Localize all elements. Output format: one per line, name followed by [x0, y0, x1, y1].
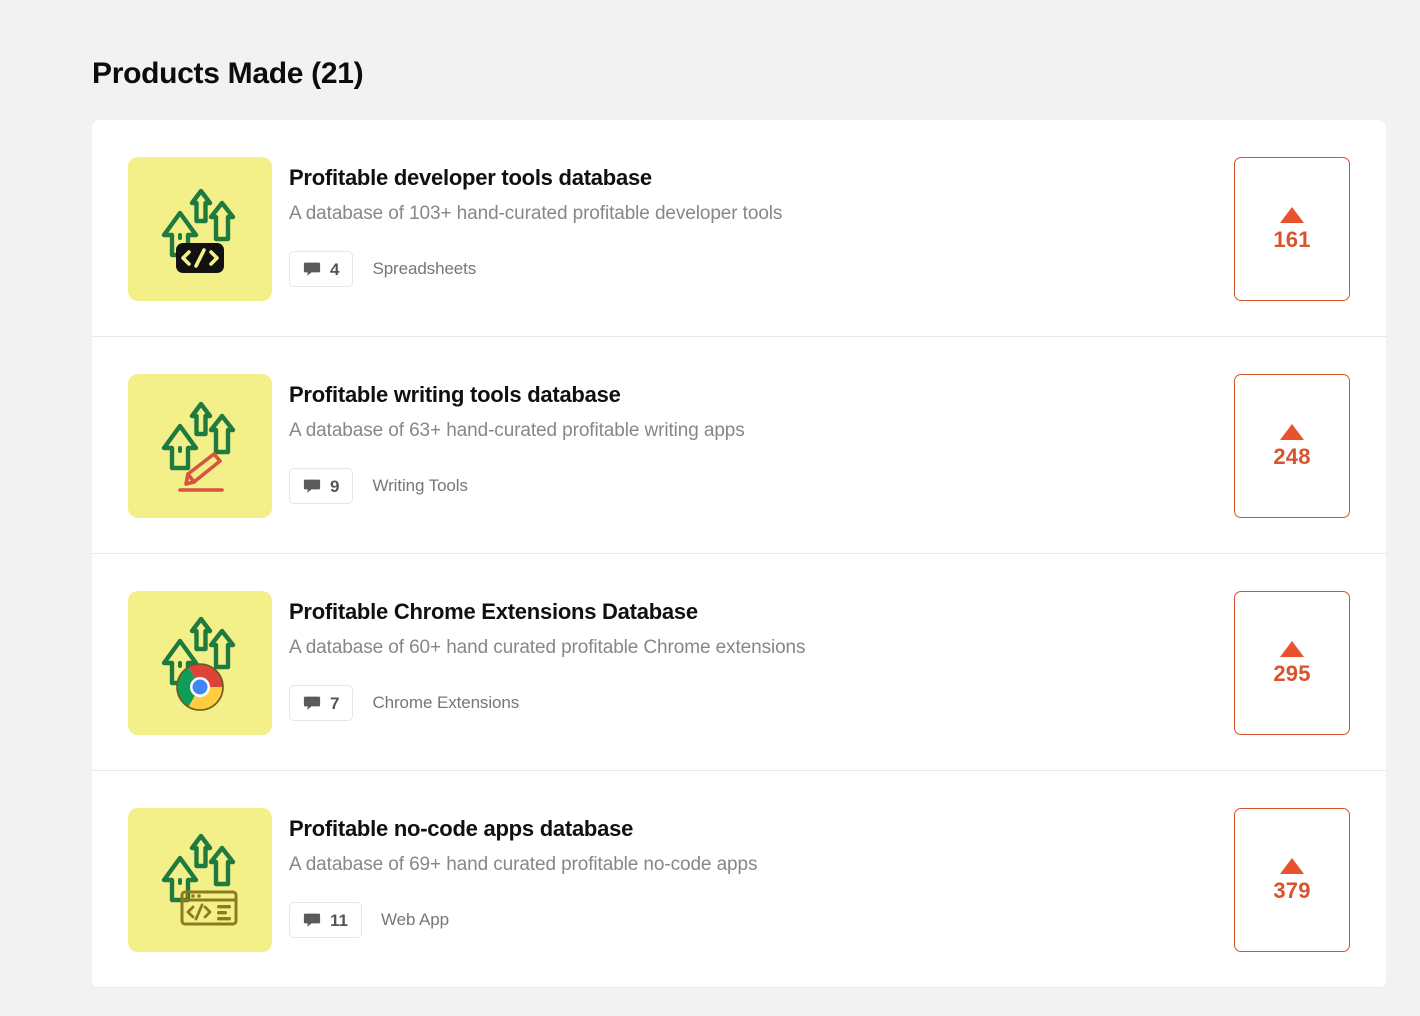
- comment-count: 9: [330, 478, 339, 495]
- product-meta: 7 Chrome Extensions: [289, 685, 1206, 721]
- product-category[interactable]: Writing Tools: [372, 476, 467, 496]
- product-thumbnail: [128, 808, 272, 952]
- comment-count: 11: [330, 912, 348, 929]
- comment-count-badge[interactable]: 4: [289, 251, 353, 287]
- comment-count: 4: [330, 261, 339, 278]
- product-info: Profitable no-code apps database A datab…: [289, 815, 1206, 938]
- product-list-item[interactable]: Profitable no-code apps database A datab…: [92, 771, 1386, 988]
- product-list-item[interactable]: Profitable Chrome Extensions Database A …: [92, 554, 1386, 771]
- upvote-button[interactable]: 295: [1234, 591, 1350, 735]
- upvote-count: 379: [1273, 880, 1310, 902]
- product-description: A database of 69+ hand curated profitabl…: [289, 852, 1206, 877]
- products-made-page: Products Made (21): [0, 0, 1420, 1016]
- comment-count-badge[interactable]: 9: [289, 468, 353, 504]
- product-meta: 9 Writing Tools: [289, 468, 1206, 504]
- arrows-browser-code-icon: [148, 828, 252, 932]
- upvote-triangle-icon: [1280, 424, 1304, 440]
- product-info: Profitable writing tools database A data…: [289, 381, 1206, 504]
- upvote-count: 161: [1273, 229, 1310, 251]
- product-meta: 4 Spreadsheets: [289, 251, 1206, 287]
- product-category[interactable]: Web App: [381, 910, 449, 930]
- product-category[interactable]: Chrome Extensions: [372, 693, 519, 713]
- product-thumbnail: [128, 157, 272, 301]
- comment-count: 7: [330, 695, 339, 712]
- comment-count-badge[interactable]: 11: [289, 902, 362, 938]
- comment-bubble-icon: [303, 260, 321, 278]
- upvote-button[interactable]: 248: [1234, 374, 1350, 518]
- product-description: A database of 60+ hand curated profitabl…: [289, 635, 1206, 660]
- products-list-card: Profitable developer tools database A da…: [92, 120, 1386, 988]
- product-description: A database of 63+ hand-curated profitabl…: [289, 418, 1206, 443]
- product-list-item[interactable]: Profitable writing tools database A data…: [92, 337, 1386, 554]
- upvote-triangle-icon: [1280, 207, 1304, 223]
- upvote-count: 295: [1273, 663, 1310, 685]
- arrows-code-badge-icon: [148, 177, 252, 281]
- product-title[interactable]: Profitable Chrome Extensions Database: [289, 598, 1206, 626]
- comment-bubble-icon: [303, 911, 321, 929]
- product-info: Profitable developer tools database A da…: [289, 164, 1206, 287]
- product-thumbnail: [128, 591, 272, 735]
- product-title[interactable]: Profitable no-code apps database: [289, 815, 1206, 843]
- product-description: A database of 103+ hand-curated profitab…: [289, 201, 1206, 226]
- product-thumbnail: [128, 374, 272, 518]
- comment-count-badge[interactable]: 7: [289, 685, 353, 721]
- upvote-triangle-icon: [1280, 641, 1304, 657]
- product-info: Profitable Chrome Extensions Database A …: [289, 598, 1206, 721]
- product-list-item[interactable]: Profitable developer tools database A da…: [92, 120, 1386, 337]
- comment-bubble-icon: [303, 477, 321, 495]
- upvote-count: 248: [1273, 446, 1310, 468]
- product-title[interactable]: Profitable developer tools database: [289, 164, 1206, 192]
- product-title[interactable]: Profitable writing tools database: [289, 381, 1206, 409]
- product-meta: 11 Web App: [289, 902, 1206, 938]
- comment-bubble-icon: [303, 694, 321, 712]
- product-category[interactable]: Spreadsheets: [372, 259, 476, 279]
- upvote-triangle-icon: [1280, 858, 1304, 874]
- upvote-button[interactable]: 161: [1234, 157, 1350, 301]
- arrows-pencil-icon: [148, 394, 252, 498]
- arrows-chrome-icon: [148, 611, 252, 715]
- page-title: Products Made (21): [92, 54, 363, 94]
- upvote-button[interactable]: 379: [1234, 808, 1350, 952]
